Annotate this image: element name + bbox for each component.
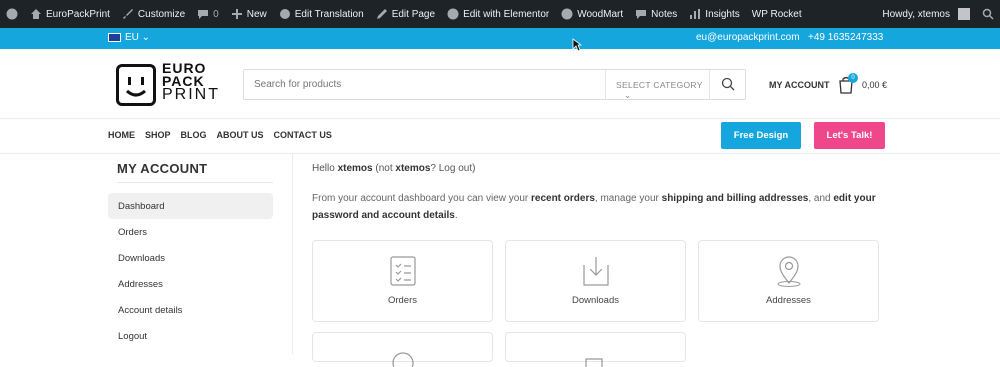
insights-link[interactable]: Insights (683, 0, 745, 28)
bar-chart-icon (690, 9, 701, 19)
brush-icon (122, 9, 133, 19)
chevron-down-icon: ⌄ (624, 90, 632, 100)
comment-icon (198, 10, 209, 19)
category-select[interactable]: SELECT CATEGORY ⌄ (605, 70, 710, 100)
username: xtemos (337, 163, 373, 174)
map-pin-icon (777, 256, 801, 287)
logo-wordmark: EURO PACK PRINT (162, 60, 220, 103)
contact-email[interactable]: eu@europackprint.com (696, 32, 800, 43)
nav-shop[interactable]: SHOP (145, 130, 171, 140)
greeting: Hello xtemos (not xtemos? Log out) (312, 163, 476, 174)
plus-icon (231, 9, 242, 19)
mouse-cursor-icon (572, 38, 582, 52)
translate-icon (279, 9, 290, 19)
customize-link[interactable]: Customize (116, 0, 191, 28)
sidebar-title: MY ACCOUNT (117, 161, 208, 176)
nav-home[interactable]: HOME (108, 130, 135, 140)
orders-card[interactable]: Orders (312, 240, 493, 322)
home-icon (31, 9, 41, 19)
elementor-icon (447, 8, 459, 20)
edit-elementor-link[interactable]: Edit with Elementor (441, 0, 555, 28)
addresses-card[interactable]: Addresses (698, 240, 879, 322)
top-bar: EU ⌄ eu@europackprint.com +49 1635247333 (0, 28, 1000, 49)
edit-translation-link[interactable]: Edit Translation (273, 0, 370, 28)
free-design-button[interactable]: Free Design (721, 122, 801, 149)
recent-orders-link[interactable]: recent orders (531, 193, 595, 204)
smiley-logo-icon (116, 64, 156, 106)
avatar (958, 8, 970, 20)
username-alt: xtemos (395, 163, 431, 174)
comments-link[interactable]: 0 (191, 0, 225, 28)
download-icon (583, 257, 609, 286)
woodmart-link[interactable]: WoodMart (555, 0, 629, 28)
product-search-form: Search for products SELECT CATEGORY ⌄ (243, 69, 746, 100)
sidebar-item-orders[interactable]: Orders (108, 219, 273, 245)
nav-blog[interactable]: BLOG (181, 130, 207, 140)
header-divider (0, 118, 1000, 119)
eu-flag-icon (108, 33, 121, 42)
sidebar-item-dashboard[interactable]: Dashboard (108, 193, 273, 219)
nav-about-us[interactable]: ABOUT US (217, 130, 264, 140)
sidebar-item-logout[interactable]: Logout (108, 323, 273, 349)
nav-contact-us[interactable]: CONTACT US (274, 130, 332, 140)
search-icon (721, 77, 735, 91)
pencil-icon (376, 9, 387, 19)
wordpress-logo-icon[interactable] (0, 0, 24, 28)
sidebar-item-account-details[interactable]: Account details (108, 297, 273, 323)
clipboard-list-icon (390, 256, 416, 286)
user-account-menu[interactable]: Howdy, xtemos (876, 0, 976, 28)
cart-count-badge: 0 (848, 73, 858, 83)
dashboard-intro: From your account dashboard you can view… (312, 193, 876, 221)
content-divider (292, 153, 293, 354)
logout-card[interactable] (505, 332, 686, 367)
sidebar-title-underline (117, 182, 273, 183)
contact-phone[interactable]: +49 1635247333 (808, 32, 883, 43)
admin-search-icon[interactable] (976, 0, 1000, 28)
wp-rocket-link[interactable]: WP Rocket (746, 0, 808, 28)
main-navigation: HOME SHOP BLOG ABOUT US CONTACT US (108, 130, 332, 140)
language-switcher[interactable]: EU ⌄ (125, 32, 150, 43)
my-account-link[interactable]: MY ACCOUNT (769, 80, 830, 90)
site-name-link[interactable]: EuroPackPrint (24, 0, 116, 28)
account-navigation: Dashboard Orders Downloads Addresses Acc… (108, 193, 273, 349)
woodmart-icon (561, 8, 573, 20)
wp-admin-bar: EuroPackPrint Customize 0 New Edit Trans… (0, 0, 1000, 28)
cart-total[interactable]: 0,00 € (862, 80, 887, 90)
addresses-link[interactable]: shipping and billing addresses (662, 193, 809, 204)
downloads-card[interactable]: Downloads (505, 240, 686, 322)
sidebar-item-downloads[interactable]: Downloads (108, 245, 273, 271)
lets-talk-button[interactable]: Let's Talk! (814, 122, 885, 149)
logout-link[interactable]: Log out (439, 163, 472, 174)
edit-page-link[interactable]: Edit Page (370, 0, 441, 28)
search-input[interactable]: Search for products (254, 79, 341, 90)
sidebar-item-addresses[interactable]: Addresses (108, 271, 273, 297)
user-icon (392, 352, 414, 367)
account-details-card[interactable] (312, 332, 493, 367)
nav-divider (0, 153, 1000, 154)
search-button[interactable] (709, 70, 745, 99)
notes-link[interactable]: Notes (629, 0, 683, 28)
site-logo[interactable]: EURO PACK PRINT (116, 60, 224, 108)
logout-icon (585, 358, 603, 367)
new-content-link[interactable]: New (225, 0, 273, 28)
notes-icon (636, 10, 647, 19)
